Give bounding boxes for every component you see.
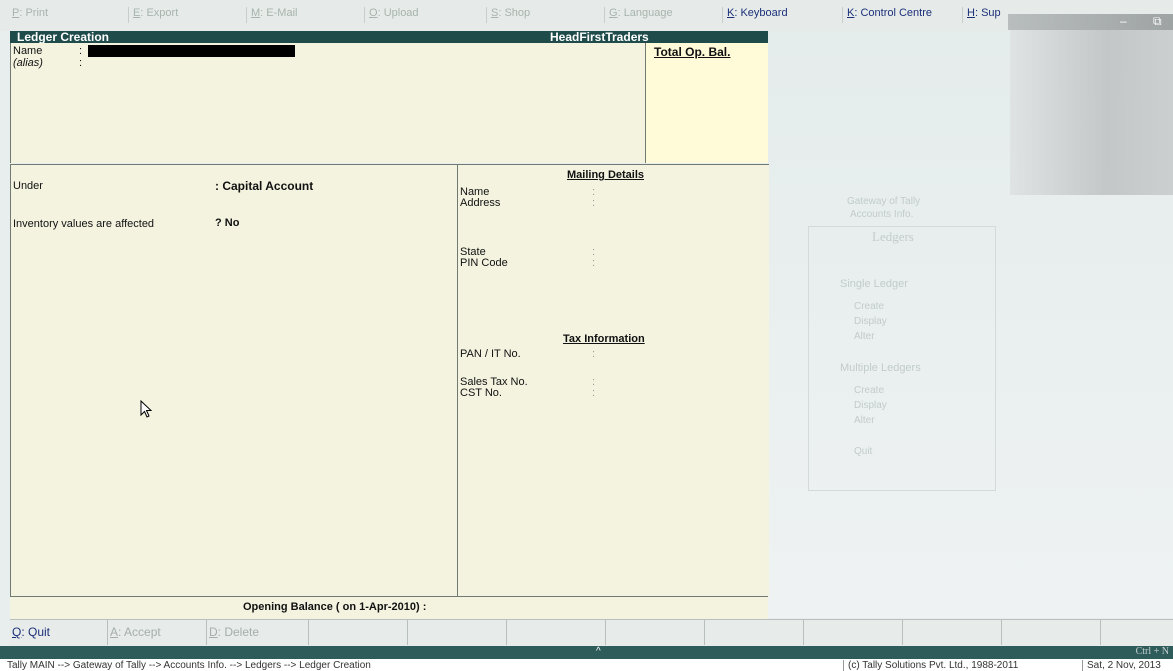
empty-button-12[interactable]: [1100, 620, 1103, 645]
tax-information-heading: Tax Information: [563, 333, 645, 345]
copyright-text: (c) Tally Solutions Pvt. Ltd., 1988-2011: [843, 660, 1018, 671]
pin-code-label: PIN Code: [460, 257, 508, 269]
menu-print[interactable]: P: Print: [8, 7, 48, 23]
menu-export[interactable]: E: Export: [128, 7, 178, 23]
empty-button-6[interactable]: [506, 620, 509, 645]
total-opening-balance-box: Total Op. Bal.: [645, 43, 768, 163]
opening-balance-bar: Opening Balance ( on 1-Apr-2010) :: [10, 596, 768, 620]
cst-colon[interactable]: :: [592, 387, 595, 399]
inventory-label: Inventory values are affected: [13, 218, 155, 230]
ghost-accounts-info: Accounts Info.: [850, 209, 914, 220]
pan-label: PAN / IT No.: [460, 348, 521, 360]
window-shadow: [1010, 30, 1173, 195]
company-name: HeadFirstTraders: [550, 30, 649, 44]
empty-button-9[interactable]: [803, 620, 806, 645]
mailing-address-colon[interactable]: :: [592, 197, 595, 209]
empty-button-11[interactable]: [1001, 620, 1004, 645]
name-colon: :: [79, 45, 83, 57]
quit-button[interactable]: Q: Quit: [10, 620, 50, 645]
empty-button-4[interactable]: [308, 620, 311, 645]
alias-label: (alias): [13, 57, 43, 69]
name-input[interactable]: [88, 45, 295, 57]
ghost-alter: Alter: [854, 331, 875, 342]
top-menu-bar: P: Print E: Export M: E-Mail O: Upload S…: [0, 0, 1173, 31]
menu-upload[interactable]: O: Upload: [364, 7, 419, 23]
mouse-pointer-icon: [140, 400, 153, 418]
menu-control-centre[interactable]: K: Control Centre: [842, 7, 932, 23]
date-text: Sat, 2 Nov, 2013: [1082, 660, 1161, 671]
opening-balance-label[interactable]: Opening Balance ( on 1-Apr-2010) :: [243, 601, 426, 613]
ghost-single-ledger: Single Ledger: [840, 278, 908, 290]
minimize-icon[interactable]: –: [1120, 14, 1127, 28]
ghost-create: Create: [854, 301, 885, 312]
window-controls: – ⧉: [1008, 14, 1173, 30]
cst-label: CST No.: [460, 387, 502, 399]
empty-button-5[interactable]: [407, 620, 410, 645]
status-bar: [0, 646, 1173, 659]
navigation-path-bar: Tally MAIN --> Gateway of Tally --> Acco…: [0, 659, 1173, 671]
ghost-display: Display: [854, 316, 887, 327]
name-label: Name: [13, 45, 43, 57]
total-op-bal-label: Total Op. Bal.: [654, 45, 731, 59]
menu-language[interactable]: G: Language: [604, 7, 673, 23]
ghost-ledgers-menu: [808, 226, 996, 491]
pan-colon[interactable]: :: [592, 348, 595, 360]
empty-button-7[interactable]: [605, 620, 608, 645]
delete-button[interactable]: D: Delete: [206, 620, 259, 645]
ghost-ledgers-title: Ledgers: [872, 229, 914, 244]
pin-code-colon[interactable]: :: [592, 257, 595, 269]
ctrl-n-hint: Ctrl + N: [1135, 646, 1169, 657]
menu-support[interactable]: H: Sup: [962, 7, 1001, 23]
menu-shop[interactable]: S: Shop: [486, 7, 530, 23]
menu-email[interactable]: M: E-Mail: [246, 7, 297, 23]
mailing-address-label: Address: [460, 197, 501, 209]
accept-button[interactable]: A: Accept: [107, 620, 161, 645]
ghost-multiple-ledgers: Multiple Ledgers: [840, 362, 921, 374]
title-bar: Ledger Creation HeadFirstTraders: [10, 31, 770, 43]
caret-up-icon[interactable]: ^: [596, 646, 601, 657]
alias-colon: :: [79, 57, 83, 69]
ledger-name-section: [10, 43, 645, 163]
ghost-mdisplay: Display: [854, 400, 887, 411]
restore-icon[interactable]: ⧉: [1153, 14, 1162, 29]
breadcrumb: Tally MAIN --> Gateway of Tally --> Acco…: [7, 660, 371, 671]
empty-button-10[interactable]: [902, 620, 905, 645]
mailing-details-heading: Mailing Details: [567, 169, 645, 181]
under-value[interactable]: : Capital Account: [215, 179, 313, 193]
ghost-gateway: Gateway of Tally: [847, 196, 921, 207]
ghost-malter: Alter: [854, 415, 875, 426]
under-label: Under: [13, 180, 43, 192]
inventory-value[interactable]: ? No: [215, 217, 239, 229]
empty-button-8[interactable]: [704, 620, 707, 645]
button-bar: Q: Quit A: Accept D: Delete: [10, 619, 1173, 646]
ghost-quit: Quit: [854, 446, 873, 457]
menu-keyboard[interactable]: K: Keyboard: [722, 7, 788, 23]
screen-title: Ledger Creation: [17, 30, 110, 44]
ghost-mcreate: Create: [854, 385, 885, 396]
